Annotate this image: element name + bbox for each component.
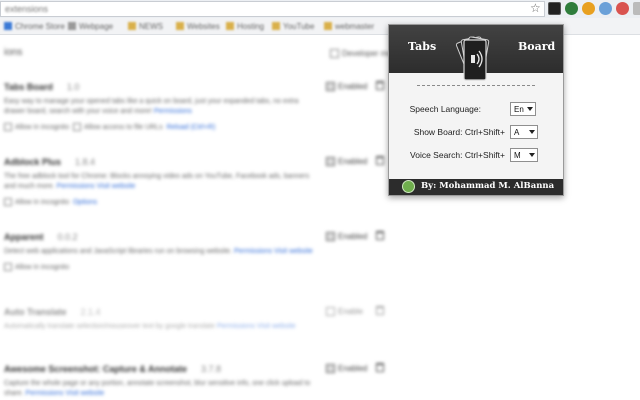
tabs-board-extension-icon[interactable] xyxy=(548,2,561,15)
trash-icon[interactable] xyxy=(376,156,384,165)
popup-footer: By: Mohammad M. AlBanna xyxy=(389,179,563,195)
bookmark-item[interactable]: NEWS xyxy=(128,21,163,31)
enabled-toggle[interactable]: Enabled xyxy=(326,82,367,92)
folder-icon xyxy=(324,22,332,30)
extension-description: Automatically translate selection/mouseo… xyxy=(4,323,215,330)
bookmark-item[interactable]: webmaster xyxy=(324,21,374,31)
extension-version: 2.1.4 xyxy=(80,307,101,317)
folder-icon xyxy=(226,22,234,30)
show-board-row: Show Board: Ctrl+Shift+ A xyxy=(389,125,563,141)
extension-entry: Auto Translate 2.1.4 Automatically transl… xyxy=(4,306,624,332)
dropdown-arrow-icon xyxy=(529,153,535,157)
options-link[interactable]: Options xyxy=(73,199,97,206)
folder-icon xyxy=(128,22,136,30)
permissions-link[interactable]: Permissions xyxy=(234,248,272,255)
bookmark-item[interactable]: Webpage xyxy=(68,21,113,31)
checkbox-icon xyxy=(326,157,335,167)
extension-version: 3.7.8 xyxy=(201,364,222,374)
show-board-key-select[interactable]: A xyxy=(510,125,538,139)
checkbox-icon[interactable] xyxy=(4,123,12,131)
bookmark-item[interactable]: Chrome Store xyxy=(4,21,65,31)
checkbox-icon xyxy=(326,364,335,374)
bookmark-star-icon[interactable]: ☆ xyxy=(530,1,541,15)
show-board-label: Show Board: Ctrl+Shift+ xyxy=(413,127,505,137)
reload-link[interactable]: Reload (Ctrl+R) xyxy=(166,124,215,131)
enable-toggle[interactable]: Enable xyxy=(326,307,363,317)
folder-icon xyxy=(68,22,76,30)
store-icon xyxy=(4,22,12,30)
extension-description: The free adblock tool for Chrome: Blocks… xyxy=(4,173,310,190)
green-extension-icon[interactable] xyxy=(565,2,578,15)
orange-extension-icon[interactable] xyxy=(582,2,595,15)
extension-name: Awesome Screenshot: Capture & Annotate xyxy=(4,364,188,374)
bookmark-item[interactable]: Websites xyxy=(176,21,220,31)
visit-website-link[interactable]: Visit website xyxy=(66,390,105,397)
option-file-urls: Allow access to file URLs xyxy=(83,123,163,131)
option-incognito: Allow in incognito xyxy=(15,263,70,271)
option-incognito: Allow in incognito xyxy=(15,198,70,206)
enabled-toggle[interactable]: Enabled xyxy=(326,232,367,242)
extension-name: Adblock Plus xyxy=(4,157,62,167)
checkbox-icon[interactable] xyxy=(4,198,12,206)
speech-language-select[interactable]: En xyxy=(510,102,536,116)
address-bar[interactable]: extensions xyxy=(0,1,545,17)
blue-extension-icon[interactable] xyxy=(599,2,612,15)
trash-icon[interactable] xyxy=(376,81,384,90)
extension-name: Tabs Board xyxy=(4,82,53,92)
browser-toolbar: extensions ☆ xyxy=(0,0,640,19)
extension-version: 1.0 xyxy=(66,82,80,92)
speech-language-label: Speech Language: xyxy=(409,104,481,114)
menu-icon[interactable] xyxy=(633,2,640,15)
bookmark-item[interactable]: YouTube xyxy=(272,21,314,31)
checkbox-icon xyxy=(326,232,335,242)
speech-language-row: Speech Language: En xyxy=(389,102,563,118)
visit-website-link[interactable]: Visit website xyxy=(97,183,136,190)
extension-name: Apparent xyxy=(4,232,44,242)
option-incognito: Allow in incognito xyxy=(15,123,70,131)
permissions-link[interactable]: Permissions xyxy=(57,183,95,190)
author-credit[interactable]: By: Mohammad M. AlBanna xyxy=(421,181,554,191)
checkbox-icon[interactable] xyxy=(72,123,81,131)
checkbox-icon xyxy=(326,82,335,92)
checkbox-icon[interactable] xyxy=(4,263,12,271)
folder-icon xyxy=(272,22,280,30)
trash-icon[interactable] xyxy=(376,231,384,240)
permissions-link[interactable]: Permissions xyxy=(25,390,63,397)
extension-icons xyxy=(548,2,640,15)
extension-entry: Apparent 0.0.2 Detect web applications an… xyxy=(4,231,624,271)
divider xyxy=(417,85,535,86)
extension-description: Easy way to manage your opened tabs like… xyxy=(4,98,299,115)
voice-search-label: Voice Search: Ctrl+Shift+ xyxy=(410,150,505,160)
permissions-link[interactable]: Permissions xyxy=(217,323,255,330)
permissions-link[interactable]: Permissions xyxy=(154,108,192,115)
author-logo-icon xyxy=(402,180,415,193)
checkbox-icon xyxy=(330,49,339,59)
enabled-toggle[interactable]: Enabled xyxy=(326,157,367,167)
extension-version: 1.8.4 xyxy=(75,157,96,167)
extension-description: Detect web applications and JavaScript l… xyxy=(4,248,233,255)
extension-entry: Awesome Screenshot: Capture & Annotate 3.… xyxy=(4,363,624,399)
extension-version: 0.0.2 xyxy=(57,232,78,242)
voice-search-key-select[interactable]: M xyxy=(510,148,538,162)
enabled-toggle[interactable]: Enabled xyxy=(326,364,367,374)
tabs-board-logo-icon xyxy=(455,36,490,81)
page-title: ions xyxy=(4,47,23,58)
trash-icon[interactable] xyxy=(376,363,384,372)
visit-website-link[interactable]: Visit website xyxy=(257,323,296,330)
folder-icon xyxy=(176,22,184,30)
address-text: extensions xyxy=(5,4,49,14)
voice-search-row: Voice Search: Ctrl+Shift+ M xyxy=(389,148,563,164)
header-title-left: Tabs xyxy=(408,40,437,53)
red-extension-icon[interactable] xyxy=(616,2,629,15)
dropdown-arrow-icon xyxy=(527,107,533,111)
header-title-right: Board xyxy=(518,40,556,53)
trash-icon[interactable] xyxy=(376,306,384,315)
tabs-board-popup: Tabs Board Speech Language: En Show Boar… xyxy=(388,24,564,196)
dropdown-arrow-icon xyxy=(529,130,535,134)
checkbox-icon xyxy=(326,307,335,317)
visit-website-link[interactable]: Visit website xyxy=(274,248,313,255)
bookmark-item[interactable]: Hosting xyxy=(226,21,264,31)
extension-name: Auto Translate xyxy=(4,307,67,317)
